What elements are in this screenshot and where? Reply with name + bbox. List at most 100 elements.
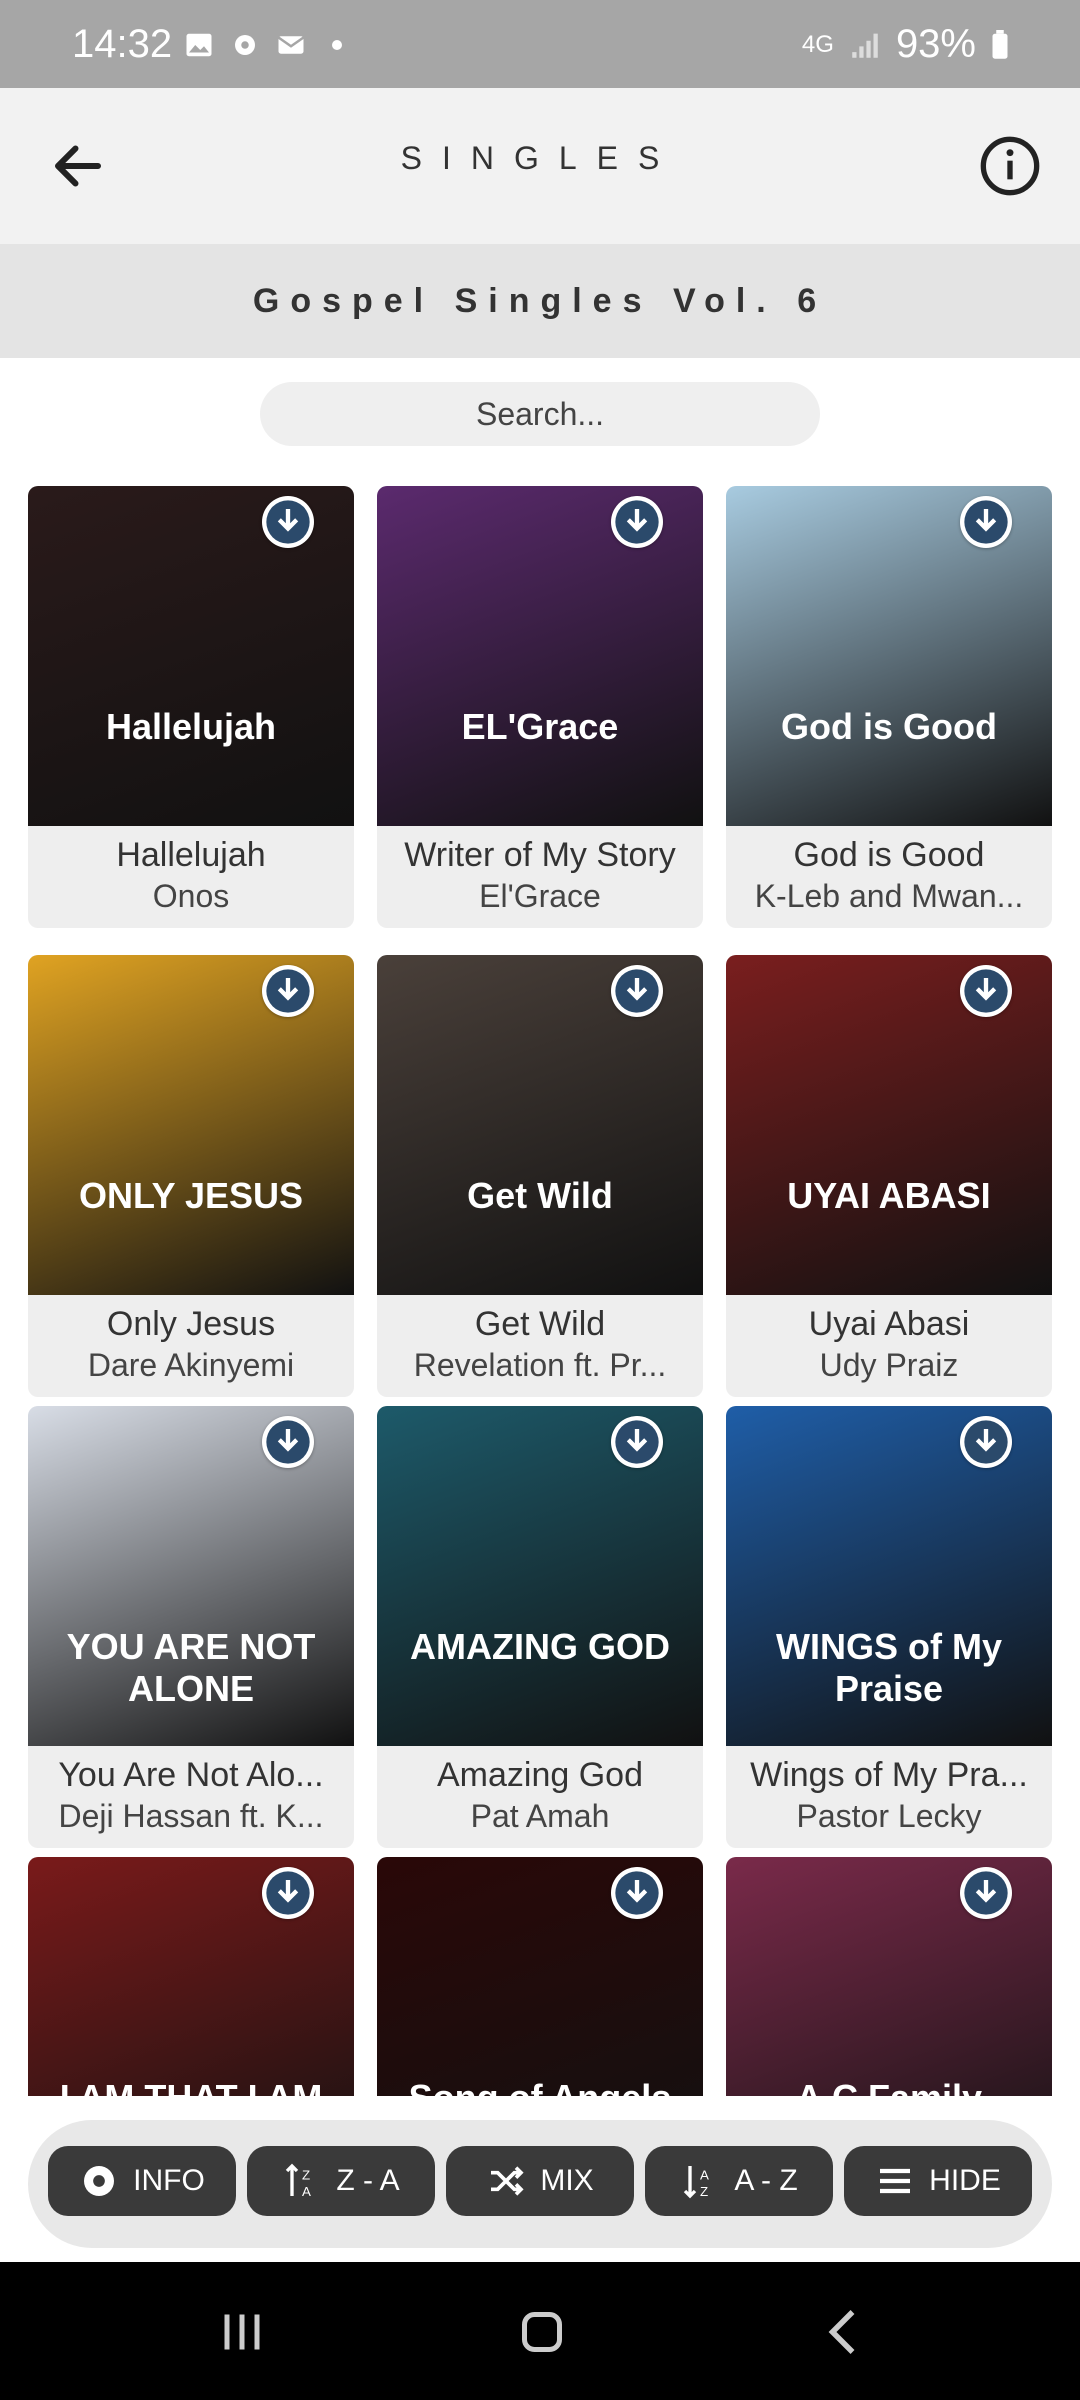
song-card[interactable]: I AM THAT I AM	[28, 1857, 354, 2096]
album-cover[interactable]: I AM THAT I AM	[28, 1857, 354, 2096]
album-cover[interactable]: EL'Grace	[377, 486, 703, 826]
download-icon	[964, 500, 1008, 544]
notification-icons	[184, 30, 352, 60]
home-icon[interactable]	[512, 2302, 572, 2362]
download-button[interactable]	[262, 965, 314, 1017]
cover-text: A.C Family	[726, 2077, 1052, 2096]
download-icon	[615, 500, 659, 544]
recent-apps-icon[interactable]	[212, 2302, 272, 2362]
download-button[interactable]	[262, 1416, 314, 1468]
download-button[interactable]	[960, 1416, 1012, 1468]
sort-za-label: Z - A	[336, 2164, 400, 2197]
cover-text: WINGS of My Praise	[776, 1626, 1002, 1709]
info-button[interactable]: INFO	[48, 2146, 236, 2216]
album-cover[interactable]: ONLY JESUS	[28, 955, 354, 1295]
song-card[interactable]: Song of Angels	[377, 1857, 703, 2096]
battery-percent: 93%	[895, 22, 976, 66]
svg-text:Z: Z	[302, 2167, 310, 2182]
download-icon	[266, 1420, 310, 1464]
album-cover[interactable]: Song of Angels	[377, 1857, 703, 2096]
hide-button[interactable]: HIDE	[844, 2146, 1032, 2216]
hide-label: HIDE	[929, 2164, 1001, 2197]
sort-az-button[interactable]: AZ A - Z	[645, 2146, 833, 2216]
song-card[interactable]: EL'Grace Writer of My Story El'Grace	[377, 486, 703, 928]
song-card[interactable]: AMAZING GOD Amazing God Pat Amah	[377, 1406, 703, 1848]
bottom-toolbar: INFO ZA Z - A MIX AZ A - Z HIDE	[28, 2120, 1052, 2248]
album-cover[interactable]: AMAZING GOD	[377, 1406, 703, 1746]
download-icon	[266, 969, 310, 1013]
download-button[interactable]	[960, 496, 1012, 548]
song-grid: Hallelujah Hallelujah Onos EL'Grace Writer o…	[28, 486, 1052, 2096]
download-icon	[964, 1871, 1008, 1915]
svg-text:A: A	[302, 2184, 311, 2199]
network-label: 4G	[801, 30, 834, 58]
download-button[interactable]	[960, 965, 1012, 1017]
song-title: Writer of My Story	[404, 836, 676, 874]
status-time: 14:32	[72, 22, 173, 66]
song-artist: Dare Akinyemi	[87, 1347, 295, 1383]
settings-icon	[230, 30, 260, 60]
dot-icon	[322, 30, 352, 60]
mail-icon	[276, 30, 306, 60]
download-icon	[615, 969, 659, 1013]
song-artist: Pat Amah	[470, 1798, 610, 1834]
song-artist: Onos	[152, 878, 230, 914]
signal-icon	[852, 33, 878, 58]
info-circle-icon[interactable]	[978, 134, 1042, 198]
song-card[interactable]: Get Wild Get Wild Revelation ft. Pr...	[377, 955, 703, 1397]
system-nav-bar	[0, 2262, 1080, 2400]
cover-text: EL'Grace	[461, 706, 619, 747]
song-card[interactable]: YOU ARE NOT ALONE You Are Not Alo... Deji …	[28, 1406, 354, 1848]
album-cover[interactable]: God is Good	[726, 486, 1052, 826]
status-right: 4G 93%	[802, 22, 1010, 67]
song-artist: Deji Hassan ft. K...	[58, 1798, 324, 1834]
song-title: God is Good	[793, 836, 985, 874]
cover-text: Get Wild	[467, 1175, 613, 1216]
album-cover[interactable]: UYAI ABASI	[726, 955, 1052, 1295]
cover-text: AMAZING GOD	[410, 1626, 670, 1667]
cover-text: I AM THAT I AM	[28, 2077, 354, 2096]
song-card[interactable]: God is Good God is Good K-Leb and Mwan...	[726, 486, 1052, 928]
info-button-label: INFO	[133, 2164, 205, 2197]
download-icon	[266, 500, 310, 544]
search-input[interactable]: Search...	[260, 382, 820, 446]
download-button[interactable]	[262, 496, 314, 548]
album-cover[interactable]: YOU ARE NOT ALONE	[28, 1406, 354, 1746]
status-bar: 14:32 4G 93%	[0, 0, 1080, 88]
download-button[interactable]	[960, 1867, 1012, 1919]
svg-text:Z: Z	[700, 2184, 708, 2199]
song-title: Wings of My Pra...	[750, 1756, 1028, 1794]
back-nav-icon[interactable]	[815, 2302, 875, 2362]
download-button[interactable]	[611, 1416, 663, 1468]
song-card[interactable]: WINGS of My Praise Wings of My Pra... Past…	[726, 1406, 1052, 1848]
album-cover[interactable]: WINGS of My Praise	[726, 1406, 1052, 1746]
app-bar: SINGLES	[0, 88, 1080, 244]
song-card[interactable]: UYAI ABASI Uyai Abasi Udy Praiz	[726, 955, 1052, 1397]
download-button[interactable]	[262, 1867, 314, 1919]
shuffle-button[interactable]: MIX	[446, 2146, 634, 2216]
download-icon	[266, 1871, 310, 1915]
song-card[interactable]: ONLY JESUS Only Jesus Dare Akinyemi	[28, 955, 354, 1397]
download-button[interactable]	[611, 965, 663, 1017]
cover-text: YOU ARE NOT ALONE	[66, 1626, 316, 1709]
page-title: SINGLES	[400, 140, 680, 176]
album-cover[interactable]: A.C Family	[726, 1857, 1052, 2096]
song-title: Get Wild	[474, 1305, 606, 1343]
song-title: Uyai Abasi	[808, 1305, 970, 1343]
download-icon	[615, 1871, 659, 1915]
download-button[interactable]	[611, 496, 663, 548]
cover-text: God is Good	[781, 706, 997, 747]
album-cover[interactable]: Get Wild	[377, 955, 703, 1295]
sort-za-button[interactable]: ZA Z - A	[247, 2146, 435, 2216]
gear-icon	[84, 2166, 115, 2196]
song-card[interactable]: Hallelujah Hallelujah Onos	[28, 486, 354, 928]
menu-icon	[880, 2168, 911, 2194]
battery-icon	[992, 29, 1008, 59]
download-button[interactable]	[611, 1867, 663, 1919]
cover-text: Song of Angels	[377, 2077, 703, 2096]
song-title: Only Jesus	[106, 1305, 276, 1343]
song-artist: K-Leb and Mwan...	[754, 878, 1024, 914]
song-card[interactable]: A.C Family	[726, 1857, 1052, 2096]
sort-asc-icon: AZ	[684, 2166, 709, 2199]
album-cover[interactable]: Hallelujah	[28, 486, 354, 826]
